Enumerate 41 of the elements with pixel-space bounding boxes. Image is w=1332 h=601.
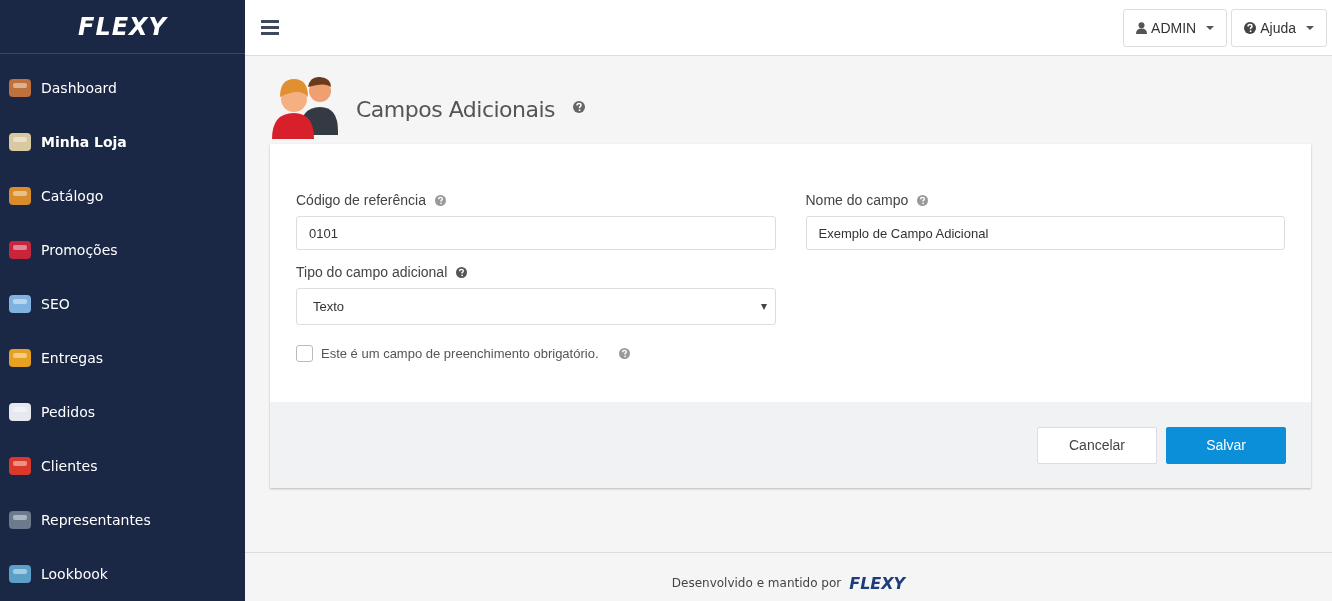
help-icon: [1244, 21, 1257, 34]
sidebar-item[interactable]: SEO: [0, 277, 245, 331]
sidebar-item[interactable]: Catálogo: [0, 169, 245, 223]
menu-item-icon: [7, 400, 33, 424]
field-name-input[interactable]: Exemplo de Campo Adicional: [805, 216, 1285, 250]
sidebar-item[interactable]: Clientes: [0, 439, 245, 493]
field-label: Tipo do campo adicional: [296, 264, 448, 280]
page-title: Campos Adicionais: [356, 96, 556, 122]
menu-item-icon: [7, 346, 33, 370]
required-checkbox[interactable]: [296, 345, 313, 362]
field-label: Nome do campo: [805, 192, 909, 208]
menu-item-icon: [7, 184, 33, 208]
menu-item-icon: [7, 76, 33, 100]
menu-item-icon: [7, 130, 33, 154]
field-label: Código de referência: [296, 192, 426, 208]
sidebar-item[interactable]: Entregas: [0, 331, 245, 385]
flexy-logo: FLEXY: [849, 573, 906, 593]
flexy-logo: FLEXY: [78, 12, 167, 41]
user-menu-button[interactable]: ADMIN: [1123, 8, 1228, 47]
menu-item-icon: [7, 508, 33, 532]
sidebar-item[interactable]: Lookbook: [0, 547, 245, 601]
sidebar-item[interactable]: Representantes: [0, 493, 245, 547]
help-menu-button[interactable]: Ajuda: [1231, 8, 1327, 47]
user-icon: [1136, 21, 1148, 34]
footer-text: Desenvolvido e mantido por: [671, 576, 842, 590]
save-button[interactable]: Salvar: [1166, 426, 1286, 464]
sidebar-item[interactable]: Pedidos: [0, 385, 245, 439]
menu-item-icon: [7, 454, 33, 478]
checkbox-label: Este é um campo de preenchimento obrigatório.: [321, 346, 599, 361]
menu-item-icon: [7, 562, 33, 586]
help-icon[interactable]: [573, 101, 586, 113]
menu-icon[interactable]: [261, 20, 279, 35]
sidebar-item[interactable]: Promoções: [0, 223, 245, 277]
help-icon[interactable]: [456, 266, 468, 278]
field-type-select[interactable]: Texto: [296, 288, 776, 325]
cancel-button[interactable]: Cancelar: [1037, 426, 1157, 464]
menu-item-icon: [7, 292, 33, 316]
menu-item-icon: [7, 238, 33, 262]
sidebar-item[interactable]: Dashboard: [0, 61, 245, 115]
reference-code-input[interactable]: 0101: [296, 216, 776, 250]
sidebar-item[interactable]: Minha Loja: [0, 115, 245, 169]
